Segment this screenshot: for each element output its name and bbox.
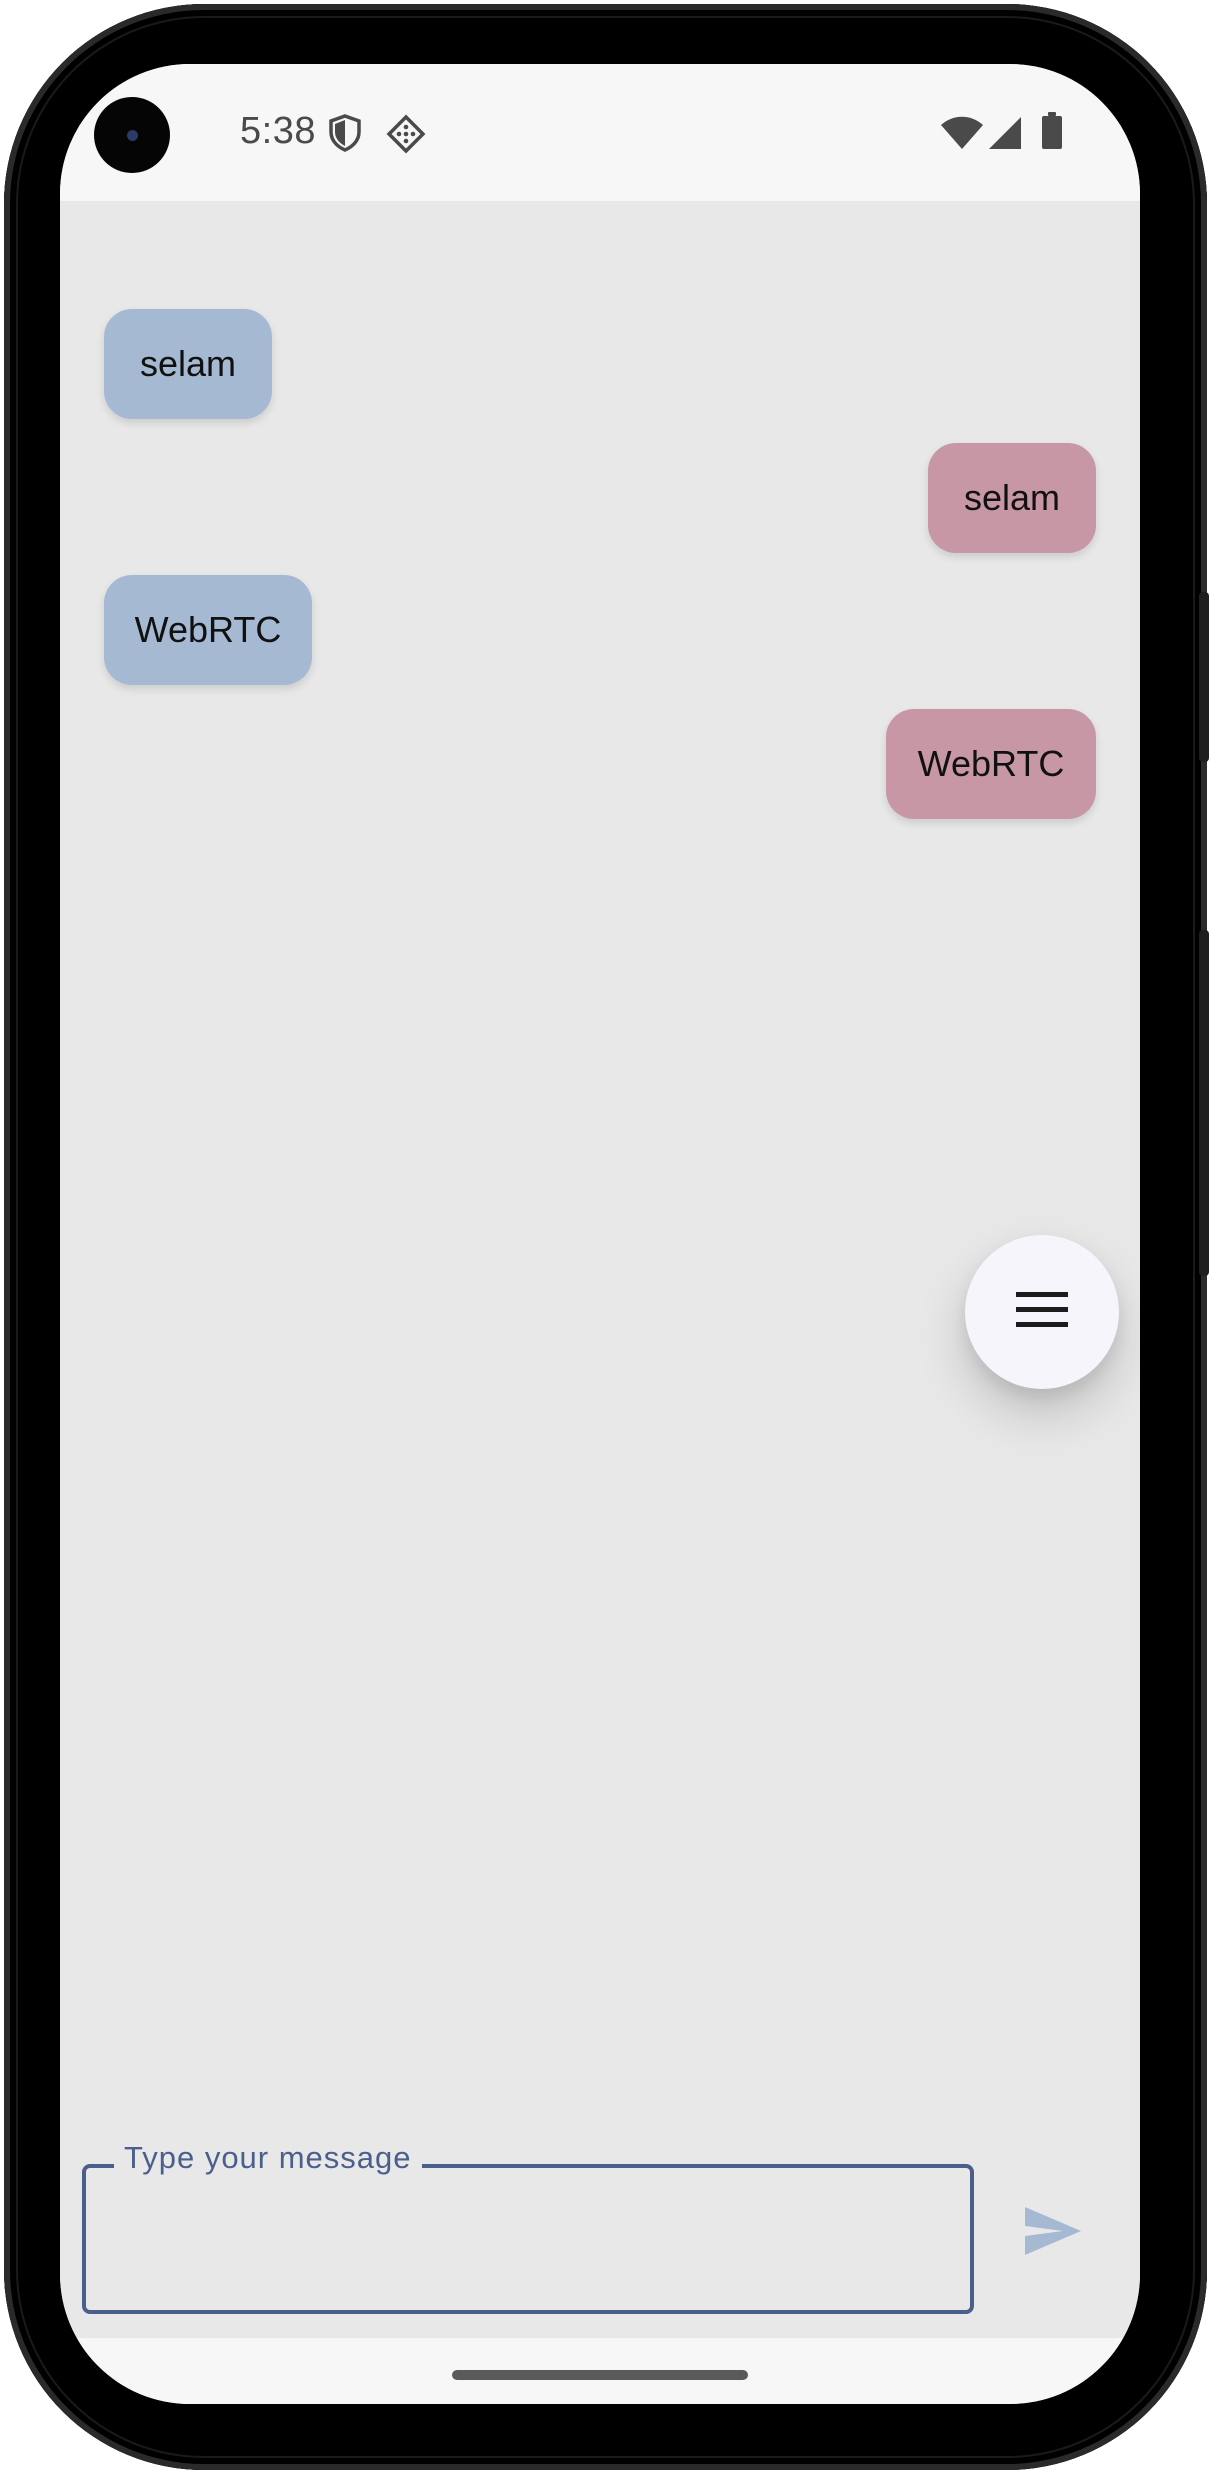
power-button: [1199, 930, 1209, 1276]
message-bubble-sent: selam: [928, 443, 1096, 553]
send-icon: [1023, 2205, 1083, 2262]
menu-icon: [1016, 1290, 1068, 1335]
phone-screen: 5:38 selam selam WebRTC WebRTC Type your…: [60, 64, 1140, 2404]
volume-button: [1199, 592, 1209, 762]
message-bubble-received: selam: [104, 309, 272, 419]
message-input[interactable]: [102, 2198, 956, 2290]
menu-fab-button[interactable]: [965, 1235, 1119, 1389]
message-bubble-sent: WebRTC: [886, 709, 1096, 819]
dot-grid-diamond-icon: [386, 114, 426, 159]
send-button[interactable]: [1012, 2192, 1094, 2274]
message-text: selam: [139, 343, 237, 384]
message-text: selam: [963, 477, 1061, 518]
front-camera: [94, 97, 170, 173]
shield-icon: [328, 114, 362, 157]
wifi-icon: [940, 116, 984, 155]
message-bubble-received: WebRTC: [104, 575, 312, 685]
cellular-signal-icon: [988, 116, 1022, 155]
status-bar: 5:38: [60, 64, 1140, 201]
home-gesture-handle[interactable]: [452, 2370, 748, 2380]
message-input-label: Type your message: [114, 2140, 422, 2176]
phone-device: 5:38 selam selam WebRTC WebRTC Type your…: [0, 0, 1211, 2474]
status-time: 5:38: [240, 110, 316, 152]
navigation-bar: [60, 2338, 1140, 2404]
message-text: WebRTC: [134, 609, 282, 650]
battery-icon: [1041, 112, 1063, 155]
message-input-container[interactable]: Type your message: [82, 2140, 974, 2314]
message-text: WebRTC: [917, 743, 1065, 784]
